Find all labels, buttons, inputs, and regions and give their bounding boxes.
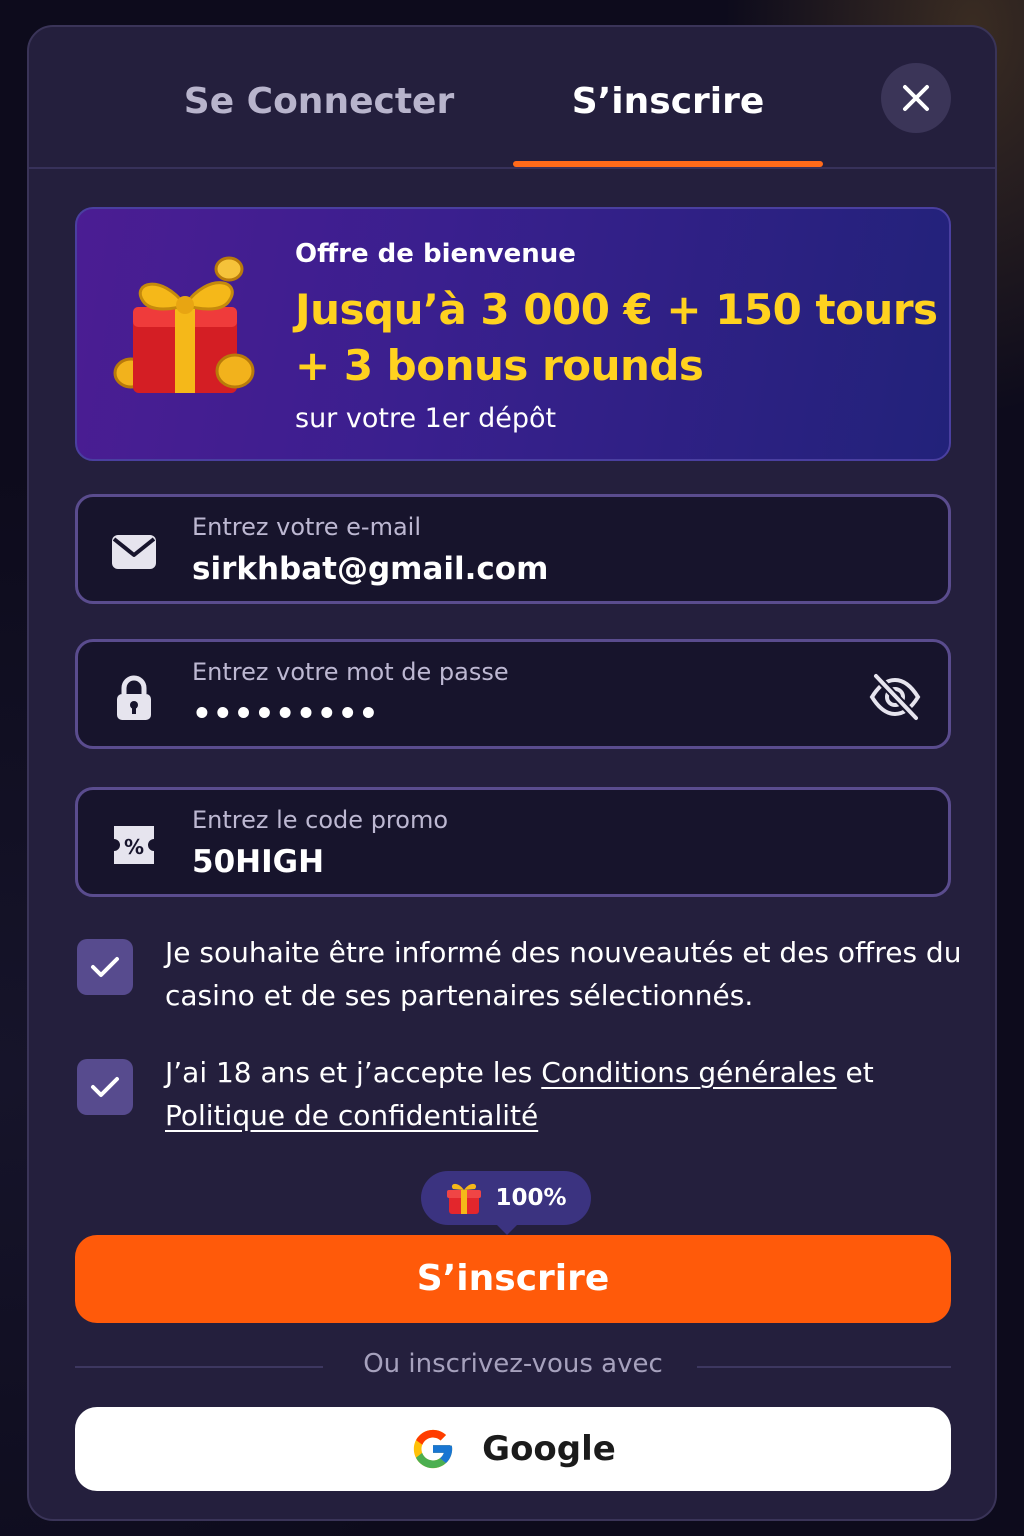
divider-text: Ou inscrivez-vous avec: [363, 1349, 663, 1379]
gift-icon: [113, 256, 255, 393]
close-button[interactable]: [881, 63, 951, 133]
close-icon: [903, 85, 929, 111]
bonus-badge: 100%: [421, 1171, 591, 1235]
lock-icon: [117, 675, 151, 720]
social-divider: Ou inscrivez-vous avec: [75, 1347, 951, 1387]
terms-middle: et: [836, 1056, 874, 1089]
email-input[interactable]: [192, 551, 832, 587]
newsletter-text: Je souhaite être informé des nouveautés …: [165, 936, 962, 1012]
email-field[interactable]: Entrez votre e-mail: [75, 494, 951, 604]
bonus-badge-label: 100%: [495, 1185, 567, 1211]
signup-submit-button[interactable]: S’inscrire: [75, 1235, 951, 1323]
google-signup-button[interactable]: Google: [75, 1407, 951, 1491]
password-input[interactable]: •••••••••: [192, 696, 832, 732]
offer-headline-line1: Jusqu’à 3 000 € + 150 tours: [295, 285, 938, 334]
offer-subtitle: sur votre 1er dépôt: [295, 403, 557, 434]
google-icon: [413, 1429, 453, 1469]
active-tab-indicator: [513, 161, 823, 167]
tab-login[interactable]: Se Connecter: [169, 81, 469, 122]
signup-modal: Se Connecter S’inscrire Offre de bienven…: [27, 25, 997, 1521]
promo-code-field[interactable]: % Entrez le code promo: [75, 787, 951, 897]
tab-signup[interactable]: S’inscrire: [513, 81, 823, 122]
welcome-offer-banner: Offre de bienvenue Jusqu’à 3 000 € + 150…: [75, 207, 951, 461]
privacy-link[interactable]: Politique de confidentialité: [165, 1099, 538, 1132]
promo-input[interactable]: [192, 844, 832, 880]
svg-text:%: %: [124, 835, 144, 859]
percent-icon: %: [114, 826, 154, 864]
terms-text: J’ai 18 ans et j’accepte les Conditions …: [165, 1051, 965, 1137]
offer-headline-line2: + 3 bonus rounds: [295, 341, 704, 390]
password-field[interactable]: Entrez votre mot de passe •••••••••: [75, 639, 951, 749]
google-button-label: Google: [482, 1429, 616, 1469]
checkmark-icon: [91, 1077, 119, 1097]
email-label: Entrez votre e-mail: [192, 513, 421, 541]
eye-off-icon[interactable]: [868, 670, 922, 724]
terms-checkbox[interactable]: [77, 1059, 133, 1115]
promo-label: Entrez le code promo: [192, 806, 449, 834]
offer-title: Offre de bienvenue: [295, 239, 576, 269]
checkmark-icon: [91, 957, 119, 977]
auth-tabs: Se Connecter S’inscrire: [29, 27, 995, 169]
mail-icon: [112, 535, 156, 569]
terms-prefix: J’ai 18 ans et j’accepte les: [165, 1056, 542, 1089]
newsletter-checkbox[interactable]: [77, 939, 133, 995]
terms-link[interactable]: Conditions générales: [541, 1056, 836, 1089]
gift-icon: [447, 1183, 482, 1214]
password-label: Entrez votre mot de passe: [192, 658, 509, 686]
